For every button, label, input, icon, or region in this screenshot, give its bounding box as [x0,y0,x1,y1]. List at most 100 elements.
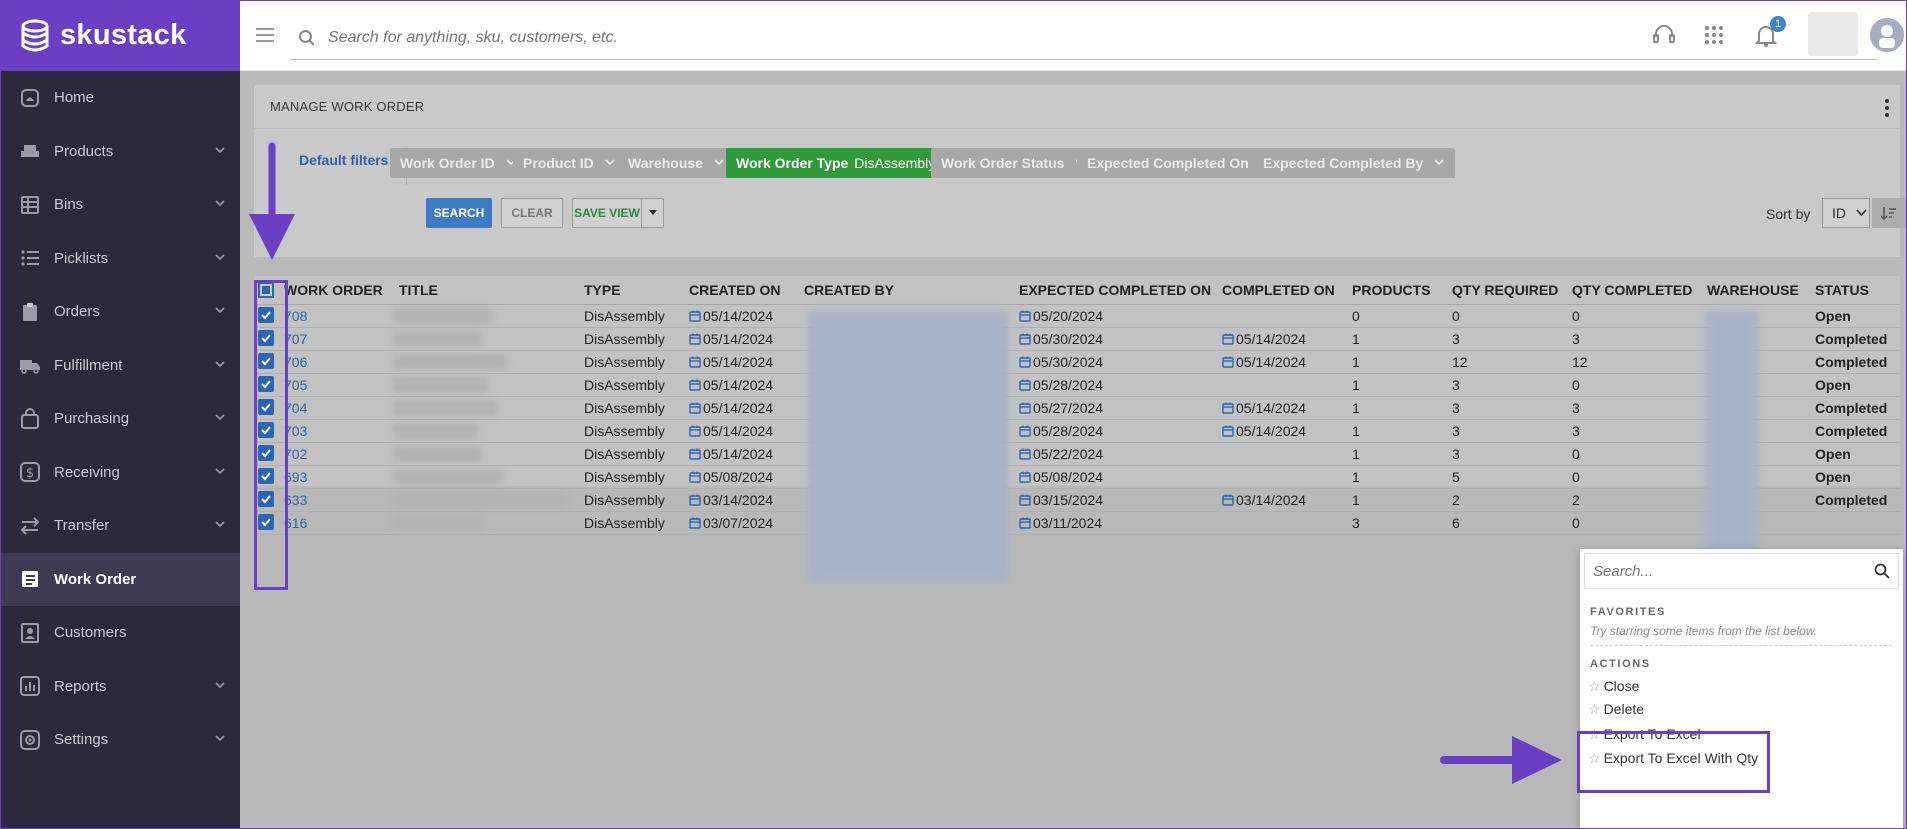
column-header-qty-completed[interactable]: QTY COMPLETED [1566,276,1701,305]
table-row[interactable]: 703 DisAssembly 05/14/2024 05/28/2024 05/14/… [254,419,1900,443]
menu-item-delete[interactable]: ☆ Delete [1588,701,1644,718]
column-header-qty-required[interactable]: QTY REQUIRED [1446,276,1566,305]
headset-icon[interactable] [1651,22,1677,48]
filter-product-id[interactable]: Product ID [513,148,626,178]
created-on-cell: 03/07/2024 [683,511,798,535]
type-cell: DisAssembly [578,419,683,443]
save-view-dropdown[interactable] [641,199,663,227]
filter-expected-completed-by[interactable]: Expected Completed By [1253,148,1456,178]
search-input[interactable] [328,28,1728,47]
sidebar-item-work-order[interactable]: Work Order [0,552,240,606]
completed-on-cell [1216,511,1346,535]
table-row[interactable]: 633 DisAssembly 03/14/2024 03/15/2024 03/14/… [254,488,1900,512]
clear-button[interactable]: CLEAR [501,198,563,228]
work-order-cell: 708 [278,304,393,328]
column-header-title[interactable]: TITLE [393,276,578,305]
filter-label: Work Order ID [400,155,495,171]
calendar-icon [1019,423,1033,439]
sidebar-item-picklists[interactable]: Picklists [0,232,240,286]
hamburger-icon[interactable] [254,24,276,46]
table-row[interactable]: 708 DisAssembly 05/14/2024 05/20/2024 0 0 0 Ope… [254,304,1900,328]
qty-completed-cell: 0 [1566,304,1701,328]
sidebar-item-products[interactable]: Products [0,125,240,179]
user-avatar-icon[interactable] [1870,18,1904,52]
sidebar-item-settings[interactable]: Settings [0,713,240,767]
sort-select[interactable]: ID [1822,198,1870,228]
products-cell: 3 [1346,511,1446,535]
column-header-created-on[interactable]: CREATED ON [683,276,798,305]
default-filters-link[interactable]: Default filters [299,152,388,168]
menu-item-close[interactable]: ☆ Close [1588,678,1639,695]
menu-item-label: Close [1603,678,1640,694]
filter-work-order-status[interactable]: Work Order Status [931,148,1097,178]
sidebar-item-fulfillment[interactable]: Fulfillment [0,339,240,393]
sort-direction-button[interactable] [1872,198,1906,228]
table-row[interactable]: 706 DisAssembly 05/14/2024 05/30/2024 05/14/… [254,350,1900,374]
expected-date: 05/30/2024 [1033,330,1104,347]
transfer-icon [18,514,42,538]
save-view-label: SAVE VIEW [574,206,640,220]
star-icon[interactable]: ☆ [1588,701,1601,717]
sidebar-item-reports[interactable]: Reports [0,660,240,714]
search-button[interactable]: SEARCH [426,198,492,228]
qty-required-cell: 3 [1446,373,1566,397]
chevron-down-icon [594,155,616,171]
products-cell: 1 [1346,465,1446,489]
column-header-warehouse[interactable]: WAREHOUSE [1701,276,1809,305]
account-image[interactable] [1808,12,1858,56]
calendar-icon [1019,331,1033,347]
work-order-table: WORK ORDER TITLE TYPE CREATED ON CREATED BY E… [254,276,1900,535]
column-header-created-by[interactable]: CREATED BY [798,276,1013,305]
sidebar-item-transfer[interactable]: Transfer [0,499,240,553]
sidebar-item-label: Transfer [54,517,110,535]
expected-date: 05/28/2024 [1033,376,1104,393]
column-header-status[interactable]: STATUS [1809,276,1900,305]
calendar-icon [689,469,703,485]
table-row[interactable]: 704 DisAssembly 05/14/2024 05/27/2024 05/14/… [254,396,1900,420]
work-order-cell: 702 [278,442,393,466]
work-order-cell: 616 [278,511,393,535]
completed-on-cell [1216,465,1346,489]
column-header-expected-completed-on[interactable]: EXPECTED COMPLETED ON [1013,276,1216,305]
table-row[interactable]: 707 DisAssembly 05/14/2024 05/30/2024 05/14/… [254,327,1900,351]
sidebar-item-purchasing[interactable]: Purchasing [0,392,240,446]
type-cell: DisAssembly [578,465,683,489]
apps-grid-icon[interactable] [1701,22,1727,48]
filter-warehouse[interactable]: Warehouse [618,148,735,178]
filter-expected-completed-on[interactable]: Expected Completed On [1077,148,1281,178]
expected-completed-on-cell: 05/22/2024 [1013,442,1216,466]
sidebar-item-customers[interactable]: Customers [0,606,240,660]
search-icon [299,29,315,46]
sidebar-item-bins[interactable]: Bins [0,178,240,232]
sidebar-item-label: Orders [54,303,100,321]
filter-work-order-id[interactable]: Work Order ID [390,148,527,178]
brand[interactable]: skustack [0,0,240,71]
save-view-button[interactable]: SAVE VIEW [572,198,664,228]
table-row[interactable]: 693 DisAssembly 05/08/2024 05/08/2024 1 5 0 Ope… [254,465,1900,489]
expected-completed-on-cell: 05/28/2024 [1013,373,1216,397]
customers-icon [18,621,42,645]
work-order-icon [18,567,42,591]
sidebar-item-home[interactable]: Home [0,71,240,125]
table-row[interactable]: 616 DisAssembly 03/07/2024 03/11/2024 3 6 0 [254,511,1900,535]
products-cell: 1 [1346,396,1446,420]
search-icon[interactable] [1874,563,1890,579]
status-cell: Completed [1809,488,1900,512]
menu-search-input[interactable] [1593,562,1863,580]
down-arrow-icon [249,142,295,260]
sidebar-item-label: Fulfillment [54,356,123,374]
work-order-cell: 633 [278,488,393,512]
qty-completed-cell: 0 [1566,465,1701,489]
table-row[interactable]: 705 DisAssembly 05/14/2024 05/28/2024 1 3 0 Ope… [254,373,1900,397]
more-options-icon[interactable] [1884,97,1890,119]
chevron-down-icon [214,731,226,748]
sidebar-item-orders[interactable]: Orders [0,285,240,339]
column-header-type[interactable]: TYPE [578,276,683,305]
column-header-completed-on[interactable]: COMPLETED ON [1216,276,1346,305]
table-row[interactable]: 702 DisAssembly 05/14/2024 05/22/2024 1 3 0 Ope… [254,442,1900,466]
sidebar-item-receiving[interactable]: $ Receiving [0,446,240,500]
column-header-products[interactable]: PRODUCTS [1346,276,1446,305]
title-cell [393,350,578,374]
column-header-work-order[interactable]: WORK ORDER [278,276,393,305]
star-icon[interactable]: ☆ [1588,678,1601,694]
